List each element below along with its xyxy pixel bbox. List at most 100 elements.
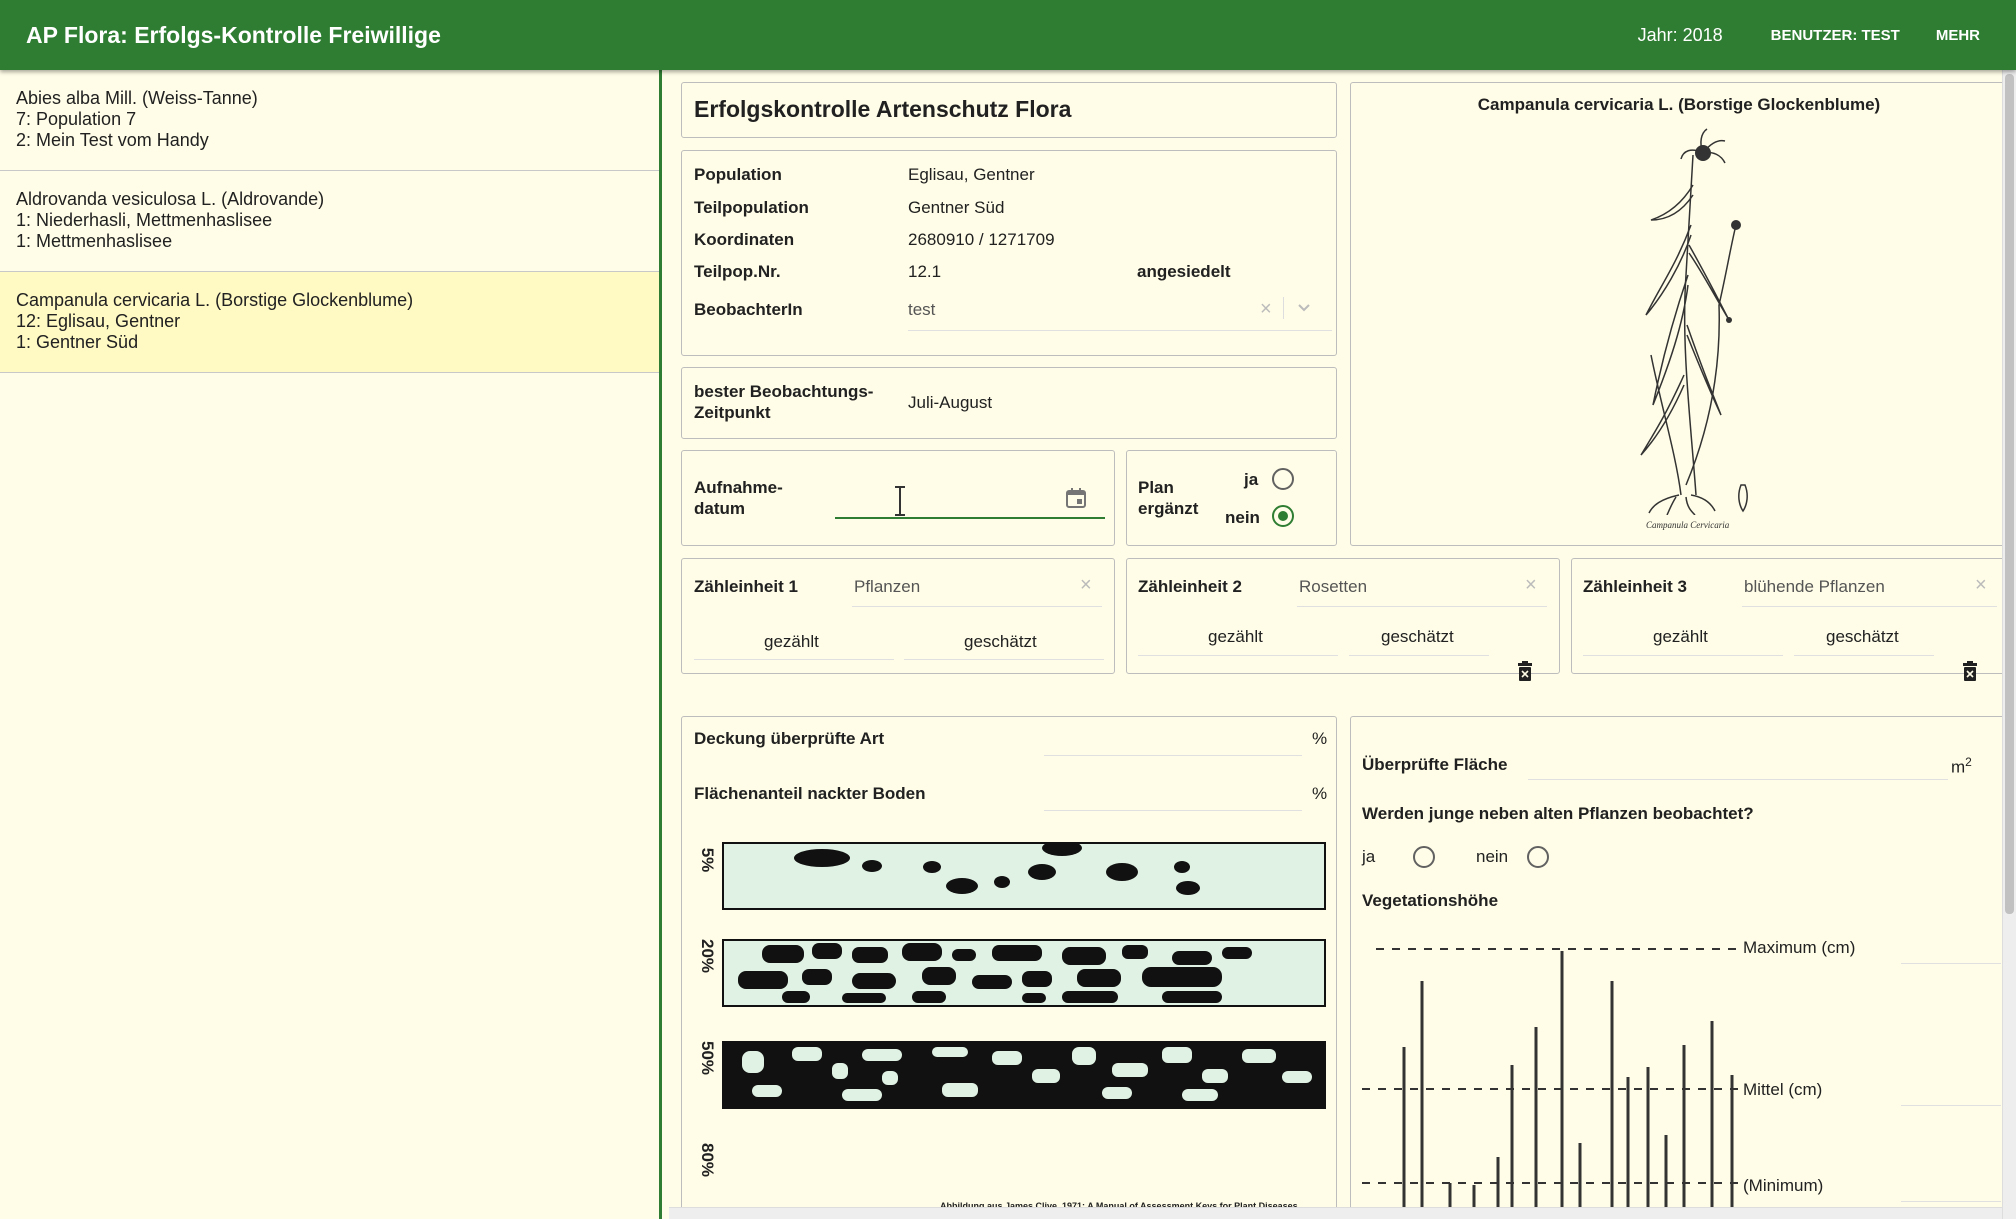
count-unit-3-value: blühende Pflanzen — [1744, 577, 1885, 596]
horizontal-scrollbar[interactable] — [669, 1207, 2002, 1219]
teilpop-value: Gentner Süd — [908, 198, 1005, 217]
scrollbar-thumb[interactable] — [2005, 74, 2014, 914]
plant-card: Campanula cervicaria L. (Borstige Glocke… — [1350, 82, 2010, 546]
cover-card: Deckung überprüfte Art % Flächenanteil n… — [681, 716, 1337, 1219]
app-bar: AP Flora: Erfolgs-Kontrolle Freiwillige … — [0, 0, 2016, 70]
plan-card: Plan ergänzt ja nein — [1126, 450, 1337, 546]
date-card: Aufnahme- datum — [681, 450, 1115, 546]
max-height-input[interactable] — [1901, 963, 2001, 964]
delete-icon[interactable] — [1517, 661, 1533, 686]
date-label-2: datum — [694, 499, 745, 518]
more-button[interactable]: Mehr — [1936, 27, 1980, 44]
heading-card: Erfolgskontrolle Artenschutz Flora — [681, 82, 1337, 138]
delete-icon[interactable] — [1962, 661, 1978, 686]
min-height-input[interactable] — [1901, 1201, 2001, 1202]
count-unit-2-estimated-input[interactable] — [1349, 655, 1489, 656]
deckung-label: Deckung überprüfte Art — [694, 729, 885, 748]
list-item-title: Campanula cervicaria L. (Borstige Glocke… — [16, 290, 414, 310]
koordinaten-value: 2680910 / 1271709 — [908, 230, 1055, 249]
count-unit-3-select[interactable]: blühende Pflanzen × — [1742, 565, 1997, 607]
best-time-label-1: bester Beobachtungs- — [694, 382, 874, 401]
scale-label-50: 50% — [698, 1040, 717, 1076]
count-unit-1-estimated-input[interactable] — [904, 659, 1104, 660]
count-unit-3-counted-input[interactable] — [1583, 655, 1783, 656]
count-unit-3-estimated-input[interactable] — [1794, 655, 1934, 656]
plant-title: Campanula cervicaria L. (Borstige Glocke… — [1477, 95, 1881, 114]
count-unit-3-card: Zähleinheit 3 blühende Pflanzen × gezähl… — [1571, 558, 2010, 681]
user-button[interactable]: Benutzer: test — [1771, 27, 1900, 44]
plan-label-2: ergänzt — [1138, 499, 1199, 518]
select-divider — [1283, 297, 1284, 319]
list-item-title: Aldrovanda vesiculosa L. (Aldrovande) — [16, 189, 325, 209]
cover-pattern-5 — [722, 842, 1326, 910]
count-unit-1-counted-input[interactable] — [694, 659, 894, 660]
area-label: Überprüfte Fläche — [1362, 755, 1508, 774]
count-unit-3-label: Zähleinheit 3 — [1583, 577, 1687, 596]
list-item[interactable]: Abies alba Mill. (Weiss-Tanne) 7: Popula… — [0, 70, 659, 171]
young-old-nein-label: nein — [1476, 847, 1509, 866]
area-card: Überprüfte Fläche m2 Werden junge neben … — [1350, 716, 2010, 1219]
young-old-ja-label: ja — [1362, 847, 1376, 866]
calendar-icon[interactable] — [1065, 487, 1087, 514]
beobachterin-value: test — [908, 300, 936, 319]
clear-icon[interactable]: × — [1260, 298, 1272, 321]
list-item[interactable]: Aldrovanda vesiculosa L. (Aldrovande) 1:… — [0, 171, 659, 272]
young-old-question: Werden junge neben alten Pflanzen beobac… — [1362, 804, 1754, 823]
date-input[interactable] — [835, 477, 1105, 519]
vegetation-height-diagram — [1362, 948, 1742, 1219]
date-label-1: Aufnahme- — [694, 478, 783, 497]
plan-nein-label: nein — [1225, 508, 1260, 527]
plan-ja-radio[interactable] — [1272, 468, 1294, 490]
list-item-subpopulation: 1: Mettmenhaslisee — [16, 231, 173, 251]
deckung-input[interactable] — [1044, 755, 1302, 756]
page-title: Erfolgskontrolle Artenschutz Flora — [694, 96, 1072, 122]
list-item-subpopulation: 2: Mein Test vom Handy — [16, 130, 209, 150]
beobachterin-select[interactable]: test × — [908, 287, 1332, 331]
year-indicator[interactable]: Jahr: 2018 — [1638, 25, 1723, 46]
text-cursor-icon — [893, 485, 907, 517]
boden-percent: % — [1312, 784, 1328, 803]
form-area: Erfolgskontrolle Artenschutz Flora Popul… — [665, 70, 2016, 1219]
count-unit-3-counted-label: gezählt — [1653, 627, 1708, 646]
beobachterin-label: BeobachterIn — [694, 300, 803, 319]
list-item-title: Abies alba Mill. (Weiss-Tanne) — [16, 88, 258, 108]
count-unit-2-counted-label: gezählt — [1208, 627, 1263, 646]
list-item-population: 12: Eglisau, Gentner — [16, 311, 181, 331]
young-old-ja-radio[interactable] — [1413, 846, 1435, 868]
list-item-population: 1: Niederhasli, Mettmenhaslisee — [16, 210, 273, 230]
koordinaten-label: Koordinaten — [694, 230, 795, 249]
population-label: Population — [694, 165, 782, 184]
best-time-label-2: Zeitpunkt — [694, 403, 771, 422]
clear-icon[interactable]: × — [1080, 574, 1092, 597]
list-item-selected[interactable]: Campanula cervicaria L. (Borstige Glocke… — [0, 272, 659, 373]
clear-icon[interactable]: × — [1975, 574, 1987, 597]
count-unit-2-counted-input[interactable] — [1138, 655, 1338, 656]
clear-icon[interactable]: × — [1525, 574, 1537, 597]
chevron-down-icon[interactable] — [1296, 299, 1312, 320]
count-unit-2-label: Zähleinheit 2 — [1138, 577, 1242, 596]
mittel-height-label: Mittel (cm) — [1743, 1080, 1823, 1099]
count-unit-1-counted-label: gezählt — [764, 632, 819, 651]
max-height-label: Maximum (cm) — [1743, 938, 1856, 957]
info-card: Population Eglisau, Gentner Teilpopulati… — [681, 150, 1337, 356]
area-input[interactable] — [1528, 779, 1948, 780]
count-unit-1-value: Pflanzen — [854, 577, 921, 596]
min-height-label: (Minimum) — [1743, 1176, 1824, 1195]
plan-ja-label: ja — [1244, 470, 1259, 489]
teilpop-label: Teilpopulation — [694, 198, 809, 217]
count-unit-2-select[interactable]: Rosetten × — [1297, 565, 1547, 607]
count-unit-2-card: Zähleinheit 2 Rosetten × gezählt geschät… — [1126, 558, 1560, 681]
count-unit-1-label: Zähleinheit 1 — [694, 577, 798, 596]
population-value: Eglisau, Gentner — [908, 165, 1035, 184]
plan-nein-radio[interactable] — [1272, 505, 1294, 527]
sidebar-list: Abies alba Mill. (Weiss-Tanne) 7: Popula… — [0, 70, 662, 1219]
mittel-height-input[interactable] — [1901, 1105, 2001, 1106]
teilpop-nr-value: 12.1 — [908, 262, 942, 281]
vertical-scrollbar[interactable] — [2002, 70, 2016, 1219]
status-label: angesiedelt — [1137, 262, 1231, 281]
young-old-nein-radio[interactable] — [1527, 846, 1549, 868]
boden-input[interactable] — [1044, 810, 1302, 811]
count-unit-1-select[interactable]: Pflanzen × — [852, 565, 1102, 607]
plant-caption: Campanula Cervicaria — [1646, 520, 1730, 530]
count-unit-1-estimated-label: geschätzt — [964, 632, 1037, 651]
